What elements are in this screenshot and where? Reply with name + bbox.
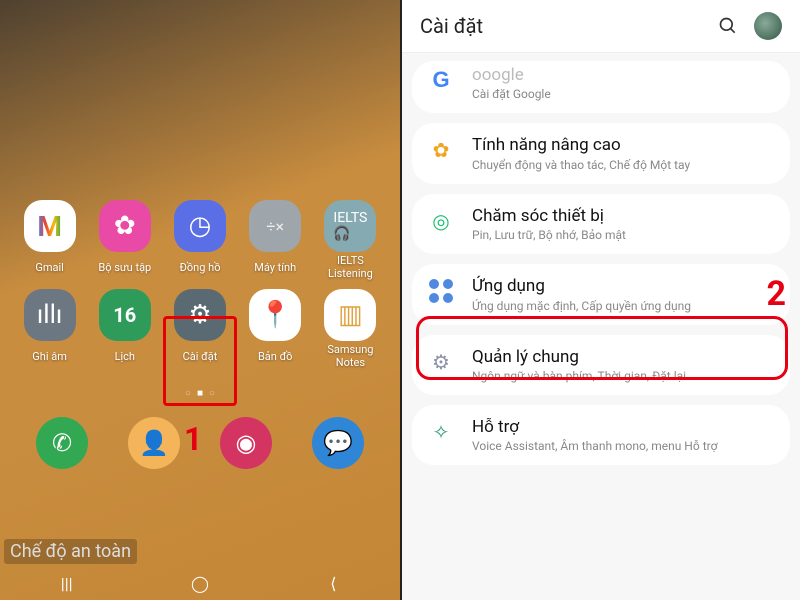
app-clock[interactable]: ◷ Đồng hồ — [164, 200, 235, 281]
calendar-icon: 16 — [113, 303, 136, 327]
headphone-icon: IELTS🎧 — [324, 200, 376, 252]
app-label: Samsung Notes — [315, 344, 386, 370]
set-device-care[interactable]: ◎ Chăm sóc thiết bị Pin, Lưu trữ, Bộ nhớ… — [412, 194, 790, 254]
sliders-icon: ⚙ — [426, 347, 456, 377]
settings-item-title: Tính năng nâng cao — [472, 135, 776, 155]
flower-icon: ✿ — [99, 200, 151, 252]
pin-icon: 📍 — [249, 289, 301, 341]
set-apps[interactable]: Ứng dụng Ứng dụng mặc định, Cấp quyền ứn… — [412, 264, 790, 324]
app-label: Gmail — [35, 255, 63, 281]
dock-phone[interactable]: ✆ — [36, 417, 88, 469]
gear-icon: ⚙ — [174, 289, 226, 341]
set-google[interactable]: G ooogle Cài đặt Google — [412, 61, 790, 113]
nav-bar: ||| ◯ ⟨ — [0, 566, 400, 600]
notes-icon: ▥ — [324, 289, 376, 341]
annotation-number-2: 2 — [766, 274, 786, 314]
page-indicator: ○■○ — [0, 388, 400, 399]
settings-item-sub: Cài đặt Google — [472, 87, 776, 101]
app-grid: M Gmail ✿ Bộ sưu tập ◷ Đồng hồ ÷× Máy tí… — [0, 200, 400, 370]
set-general-management[interactable]: ⚙ Quản lý chung Ngôn ngữ và bàn phím, Th… — [412, 335, 790, 395]
app-maps[interactable]: 📍 Bản đồ — [240, 289, 311, 370]
settings-item-title: Chăm sóc thiết bị — [472, 206, 776, 226]
app-label: Cài đặt — [183, 344, 218, 370]
settings-item-sub: Pin, Lưu trữ, Bộ nhớ, Bảo mật — [472, 228, 776, 242]
app-settings[interactable]: ⚙ Cài đặt — [164, 289, 235, 370]
app-gallery[interactable]: ✿ Bộ sưu tập — [89, 200, 160, 281]
set-accessibility[interactable]: ✧ Hỗ trợ Voice Assistant, Âm thanh mono,… — [412, 405, 790, 465]
settings-item-sub: Ngôn ngữ và bàn phím, Thời gian, Đặt lại — [472, 369, 776, 383]
app-label: IELTS Listening — [315, 255, 386, 281]
app-voice-recorder[interactable]: ıllı Ghi âm — [14, 289, 85, 370]
app-label: Bản đồ — [258, 344, 293, 370]
settings-list: G ooogle Cài đặt Google ✿ Tính năng nâng… — [402, 53, 800, 473]
app-label: Bộ sưu tập — [98, 255, 151, 281]
dock-contacts[interactable]: 👤 — [128, 417, 180, 469]
apps-grid-icon — [426, 276, 456, 306]
settings-item-sub: Chuyển động và thao tác, Chế độ Một tay — [472, 158, 776, 172]
settings-item-title: Hỗ trợ — [472, 417, 776, 437]
clock-icon: ◷ — [174, 200, 226, 252]
flower-icon: ✿ — [426, 135, 456, 165]
app-calendar[interactable]: 16 Lịch — [89, 289, 160, 370]
settings-item-title: Quản lý chung — [472, 347, 776, 367]
settings-item-title: Ứng dụng — [472, 276, 776, 296]
app-label: Lịch — [115, 344, 135, 370]
dock-messages[interactable]: 💬 — [312, 417, 364, 469]
nav-home-icon[interactable]: ◯ — [189, 574, 211, 593]
device-care-icon: ◎ — [426, 206, 456, 236]
settings-screen: Cài đặt G ooogle Cài đặt Google ✿ Tính n… — [402, 0, 800, 600]
home-screen: M Gmail ✿ Bộ sưu tập ◷ Đồng hồ ÷× Máy tí… — [0, 0, 400, 600]
gmail-icon: M — [37, 210, 62, 243]
dock-camera[interactable]: ◉ — [220, 417, 272, 469]
settings-item-sub: Ứng dụng mặc định, Cấp quyền ứng dụng — [472, 299, 776, 313]
settings-header: Cài đặt — [402, 0, 800, 53]
annotation-number-1: 1 — [184, 420, 202, 458]
waveform-icon: ıllı — [24, 289, 76, 341]
app-label: Ghi âm — [32, 344, 67, 370]
settings-item-title: ooogle — [472, 65, 776, 85]
app-samsung-notes[interactable]: ▥ Samsung Notes — [315, 289, 386, 370]
nav-back-icon[interactable]: ⟨ — [322, 574, 344, 593]
app-calculator[interactable]: ÷× Máy tính — [240, 200, 311, 281]
set-advanced-features[interactable]: ✿ Tính năng nâng cao Chuyển động và thao… — [412, 123, 790, 183]
safe-mode-badge: Chế độ an toàn — [4, 539, 137, 564]
accessibility-icon: ✧ — [426, 417, 456, 447]
search-icon[interactable] — [718, 16, 738, 36]
app-gmail[interactable]: M Gmail — [14, 200, 85, 281]
calculator-icon: ÷× — [249, 200, 301, 252]
app-label: Máy tính — [254, 255, 296, 281]
page-title: Cài đặt — [420, 14, 483, 38]
app-label: Đồng hồ — [180, 255, 221, 281]
google-g-icon: G — [432, 67, 449, 93]
app-ielts-listening[interactable]: IELTS🎧 IELTS Listening — [315, 200, 386, 281]
profile-avatar[interactable] — [754, 12, 782, 40]
settings-item-sub: Voice Assistant, Âm thanh mono, menu Hỗ … — [472, 439, 776, 453]
nav-recents-icon[interactable]: ||| — [56, 574, 78, 593]
